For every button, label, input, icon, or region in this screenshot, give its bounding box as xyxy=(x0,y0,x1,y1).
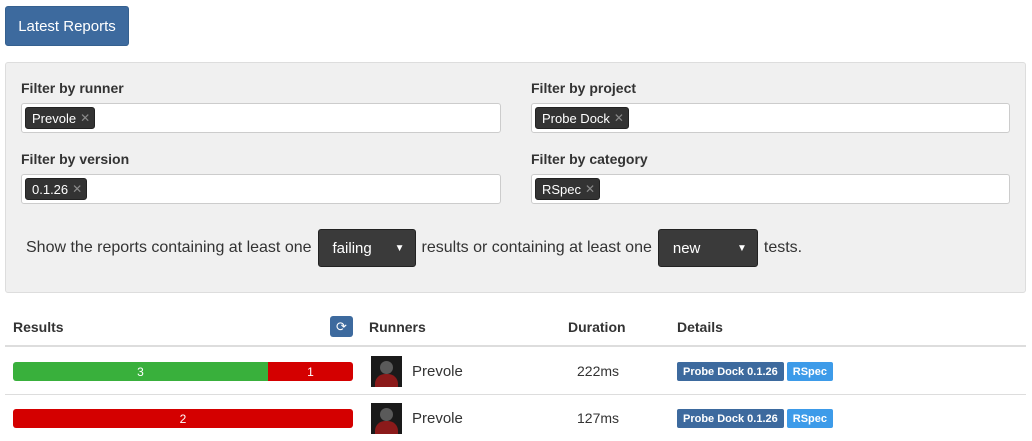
close-icon[interactable]: ✕ xyxy=(585,182,595,196)
close-icon[interactable]: ✕ xyxy=(72,182,82,196)
close-icon[interactable]: ✕ xyxy=(80,111,90,125)
filter-project-label: Filter by project xyxy=(531,80,637,96)
category-label[interactable]: RSpec xyxy=(786,362,834,381)
runner-filter-input[interactable]: Prevole ✕ xyxy=(21,103,501,133)
failed-segment: 1 xyxy=(268,362,353,381)
version-tag-label: 0.1.26 xyxy=(32,181,69,197)
runner-tag-label: Prevole xyxy=(32,110,77,126)
close-icon[interactable]: ✕ xyxy=(614,111,624,125)
category-filter-input[interactable]: RSpec ✕ xyxy=(531,174,1010,204)
runner-name: Prevole xyxy=(412,363,463,380)
runner-cell[interactable]: Prevole xyxy=(371,403,463,434)
runner-tag: Prevole ✕ xyxy=(25,107,96,129)
duration-header: Duration xyxy=(568,319,626,335)
filter-category-label: Filter by category xyxy=(531,151,648,167)
avatar xyxy=(371,403,402,434)
sentence-part-3: tests. xyxy=(763,239,803,256)
project-version-label[interactable]: Probe Dock 0.1.26 xyxy=(677,409,784,428)
status-select-value: failing xyxy=(332,239,372,257)
results-bar[interactable]: 3 1 xyxy=(13,362,353,381)
version-tag: 0.1.26 ✕ xyxy=(25,178,88,200)
status-filter-sentence: Show the reports containing at least one… xyxy=(20,229,802,267)
header-divider xyxy=(5,345,1026,347)
duration-value: 127ms xyxy=(577,410,620,426)
runner-name: Prevole xyxy=(412,410,463,427)
newness-select[interactable]: new ▼ xyxy=(657,229,758,267)
sentence-part-2: results or containing at least one xyxy=(421,239,652,256)
runner-cell[interactable]: Prevole xyxy=(371,356,463,387)
category-label[interactable]: RSpec xyxy=(786,409,834,428)
newness-select-value: new xyxy=(672,239,701,257)
avatar xyxy=(371,356,402,387)
results-header: Results xyxy=(13,319,64,335)
results-bar[interactable]: 2 xyxy=(13,409,353,428)
refresh-icon: ⟳ xyxy=(336,318,347,334)
filter-runner-label: Filter by runner xyxy=(21,80,124,96)
caret-down-icon: ▼ xyxy=(736,242,747,254)
status-select[interactable]: failing ▼ xyxy=(317,229,416,267)
project-tag-label: Probe Dock xyxy=(542,110,610,126)
runners-header: Runners xyxy=(369,319,426,335)
latest-reports-tab[interactable]: Latest Reports xyxy=(5,6,129,46)
failed-segment: 2 xyxy=(13,409,353,428)
project-tag: Probe Dock ✕ xyxy=(535,107,629,129)
details-cell: Probe Dock 0.1.26 RSpec xyxy=(677,362,836,381)
project-filter-input[interactable]: Probe Dock ✕ xyxy=(531,103,1010,133)
project-version-label[interactable]: Probe Dock 0.1.26 xyxy=(677,362,784,381)
details-header: Details xyxy=(677,319,723,335)
refresh-button[interactable]: ⟳ xyxy=(330,316,353,337)
duration-value: 222ms xyxy=(577,363,620,379)
filter-version-label: Filter by version xyxy=(21,151,130,167)
row-divider xyxy=(5,394,1026,395)
version-filter-input[interactable]: 0.1.26 ✕ xyxy=(21,174,501,204)
passed-segment: 3 xyxy=(13,362,268,381)
sentence-part-1: Show the reports containing at least one xyxy=(26,239,312,256)
caret-down-icon: ▼ xyxy=(394,242,405,254)
category-tag: RSpec ✕ xyxy=(535,178,601,200)
category-tag-label: RSpec xyxy=(542,181,582,197)
details-cell: Probe Dock 0.1.26 RSpec xyxy=(677,409,836,428)
